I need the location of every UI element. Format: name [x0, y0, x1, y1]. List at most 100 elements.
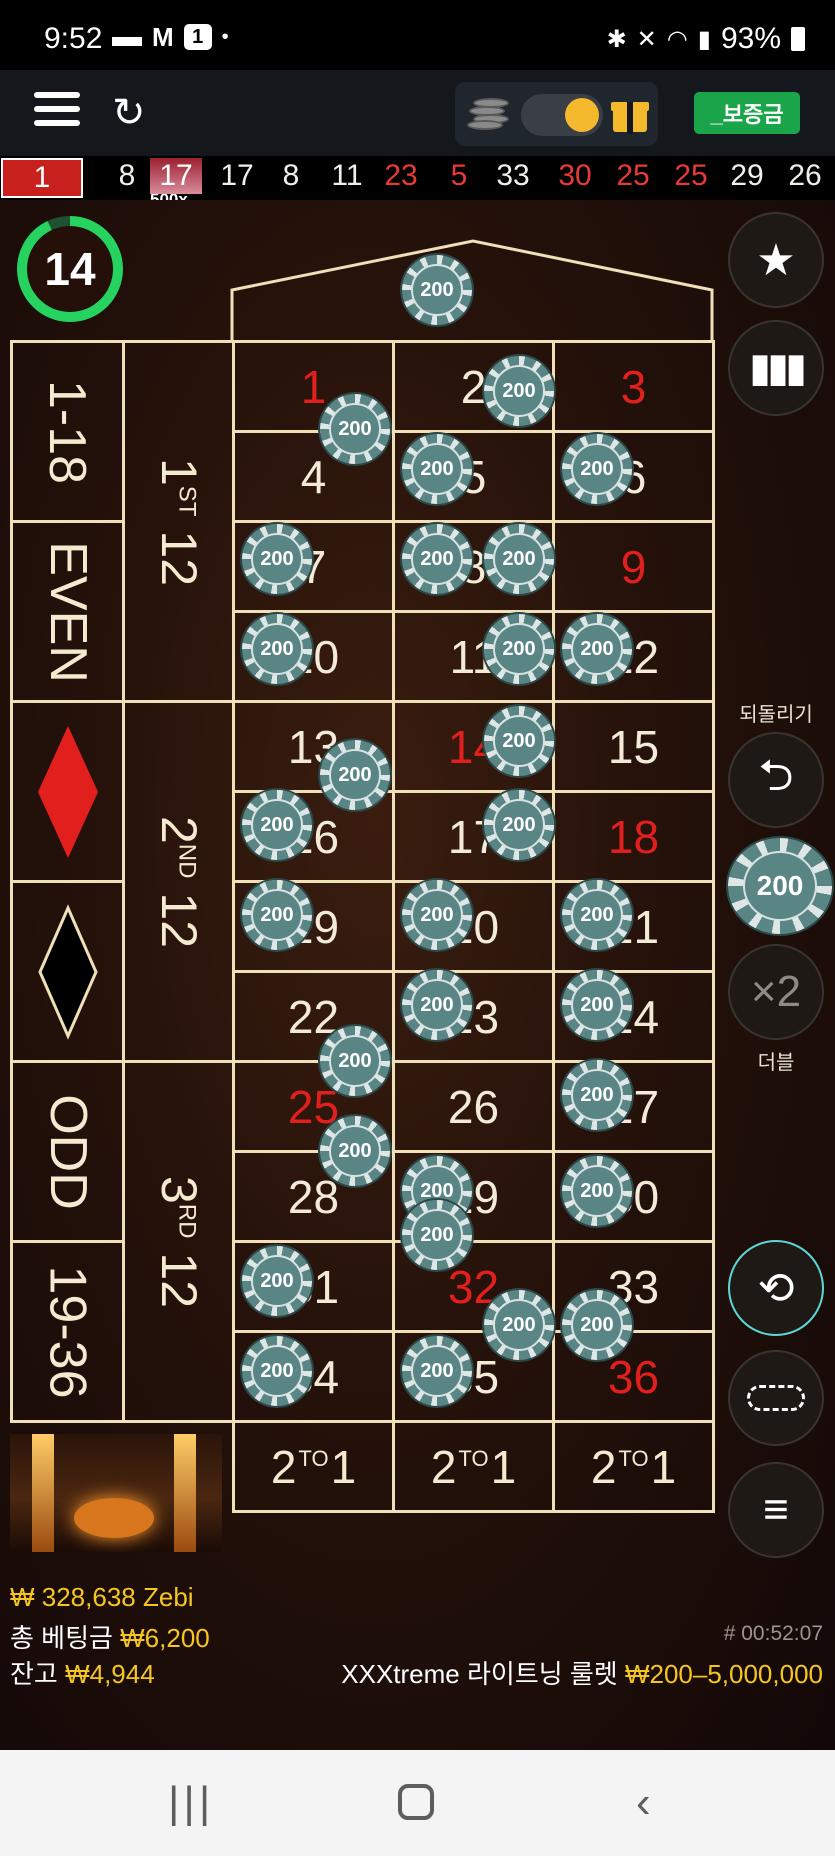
bet-chip[interactable]: 200	[402, 255, 472, 325]
column-bet-to: TO	[298, 1445, 329, 1471]
favorites-button[interactable]: ★	[728, 212, 824, 308]
outside-bet-label: ODD	[38, 1093, 97, 1210]
red-bet-cell[interactable]	[10, 700, 125, 883]
bet-chip[interactable]: 200	[242, 614, 312, 684]
chip-value: 200	[251, 799, 303, 851]
chip-value: 200	[329, 403, 381, 455]
bet-chip[interactable]: 200	[562, 1060, 632, 1130]
balance-line: ₩ 328,638 Zebi	[10, 1582, 194, 1612]
chip-value: 200	[493, 715, 545, 767]
bet-chip[interactable]: 200	[402, 970, 472, 1040]
column-bet-to: TO	[458, 1445, 489, 1471]
bet-chip[interactable]: 200	[484, 524, 554, 594]
outside-bet-cell[interactable]: 19-36	[10, 1240, 125, 1423]
remaining-label: 잔고	[10, 1659, 58, 1689]
system-nav-bar: ||| ‹	[0, 1750, 835, 1856]
bet-chip[interactable]: 200	[402, 1200, 472, 1270]
dozen-twelve: 12	[150, 1251, 207, 1308]
bet-chip[interactable]: 200	[242, 524, 312, 594]
chip-value: 200	[329, 1125, 381, 1177]
history-number: 5	[450, 159, 468, 192]
outside-bet-cell[interactable]: EVEN	[10, 520, 125, 703]
bet-chip[interactable]: 200	[242, 880, 312, 950]
column-bet-a: 2	[590, 1440, 617, 1493]
number-cell[interactable]: 3	[552, 340, 715, 433]
bet-chip[interactable]: 200	[562, 880, 632, 950]
racetrack-button[interactable]	[728, 1350, 824, 1446]
bet-chip[interactable]: 200	[402, 880, 472, 950]
repeat-button[interactable]: ⟲	[728, 1240, 824, 1336]
number-cell[interactable]: 26	[392, 1060, 555, 1153]
chip-value: 200	[411, 979, 463, 1031]
bet-chip[interactable]: 200	[242, 790, 312, 860]
dozen-cell[interactable]: 1ST 12	[122, 340, 235, 703]
number-cell[interactable]: 18	[552, 790, 715, 883]
red-diamond-icon	[37, 725, 98, 858]
roulette-wheel-image	[74, 1498, 154, 1538]
bet-chip[interactable]: 200	[242, 1246, 312, 1316]
home-icon[interactable]	[398, 1784, 434, 1820]
dozen-number: 1	[150, 457, 207, 486]
bet-chip[interactable]: 200	[320, 740, 390, 810]
bet-chip[interactable]: 200	[562, 434, 632, 504]
outside-bet-cell[interactable]: 1-18	[10, 340, 125, 523]
bet-chip[interactable]: 200	[484, 614, 554, 684]
chip-value: 200	[411, 1345, 463, 1397]
game-name: XXXtreme 라이트닝 룰렛	[341, 1659, 618, 1689]
bet-chip[interactable]: 200	[320, 1116, 390, 1186]
recent-apps-icon[interactable]: |||	[168, 1778, 214, 1828]
bet-chip[interactable]: 200	[484, 1290, 554, 1360]
repeat-icon: ⟲	[757, 1263, 795, 1313]
bet-chip[interactable]: 200	[484, 706, 554, 776]
back-icon[interactable]: ‹	[636, 1778, 651, 1828]
chip-value: 200	[493, 623, 545, 675]
history-number: 25	[674, 159, 708, 192]
black-bet-cell[interactable]	[10, 880, 125, 1063]
chip-value: 200	[493, 799, 545, 851]
number-label: 1	[300, 360, 327, 413]
racetrack-icon	[747, 1385, 805, 1411]
history-number: 25	[616, 159, 650, 192]
dozen-cell[interactable]: 3RD 12	[122, 1060, 235, 1423]
number-label: 36	[607, 1350, 660, 1403]
bet-chip[interactable]: 200	[320, 1026, 390, 1096]
chip-value: 200	[571, 1165, 623, 1217]
outside-bet-cell[interactable]: ODD	[10, 1060, 125, 1243]
live-video-preview[interactable]	[10, 1434, 222, 1552]
history-number: 33	[496, 159, 530, 192]
double-button[interactable]: ×2	[728, 944, 824, 1040]
bet-chip[interactable]: 200	[320, 394, 390, 464]
column-bet-cell[interactable]: 2 TO 1	[552, 1420, 715, 1513]
dozen-number: 2	[150, 815, 207, 844]
chip-value: 200	[571, 889, 623, 941]
selected-chip[interactable]: 200	[728, 838, 832, 934]
number-label: 18	[607, 810, 660, 863]
statistics-button[interactable]: ▮▮▮	[728, 320, 824, 416]
chip-value: 200	[411, 533, 463, 585]
bet-chip[interactable]: 200	[402, 1336, 472, 1406]
column-bet-cell[interactable]: 2 TO 1	[232, 1420, 395, 1513]
outside-bet-label: 1-18	[38, 379, 97, 484]
undo-button[interactable]: ⮌	[728, 732, 824, 828]
bet-chip[interactable]: 200	[562, 1290, 632, 1360]
bet-chip[interactable]: 200	[402, 524, 472, 594]
bet-chip[interactable]: 200	[562, 970, 632, 1040]
number-cell[interactable]: 9	[552, 520, 715, 613]
chip-value: 200	[251, 1345, 303, 1397]
column-bet-b: 1	[650, 1440, 677, 1493]
number-cell[interactable]: 15	[552, 700, 715, 793]
column-bet-cell[interactable]: 2 TO 1	[392, 1420, 555, 1513]
number-label: 15	[607, 720, 660, 773]
chip-value: 200	[411, 889, 463, 941]
bet-chip[interactable]: 200	[562, 614, 632, 684]
bet-chip[interactable]: 200	[562, 1156, 632, 1226]
history-number: 8	[118, 159, 136, 192]
bar-chart-icon: ▮▮▮	[748, 346, 807, 390]
chip-value: 200	[493, 1299, 545, 1351]
bet-chip[interactable]: 200	[484, 790, 554, 860]
bet-chip[interactable]: 200	[484, 356, 554, 426]
bet-chip[interactable]: 200	[242, 1336, 312, 1406]
dozen-cell[interactable]: 2ND 12	[122, 700, 235, 1063]
menu-button[interactable]: ≡	[728, 1462, 824, 1558]
bet-chip[interactable]: 200	[402, 434, 472, 504]
